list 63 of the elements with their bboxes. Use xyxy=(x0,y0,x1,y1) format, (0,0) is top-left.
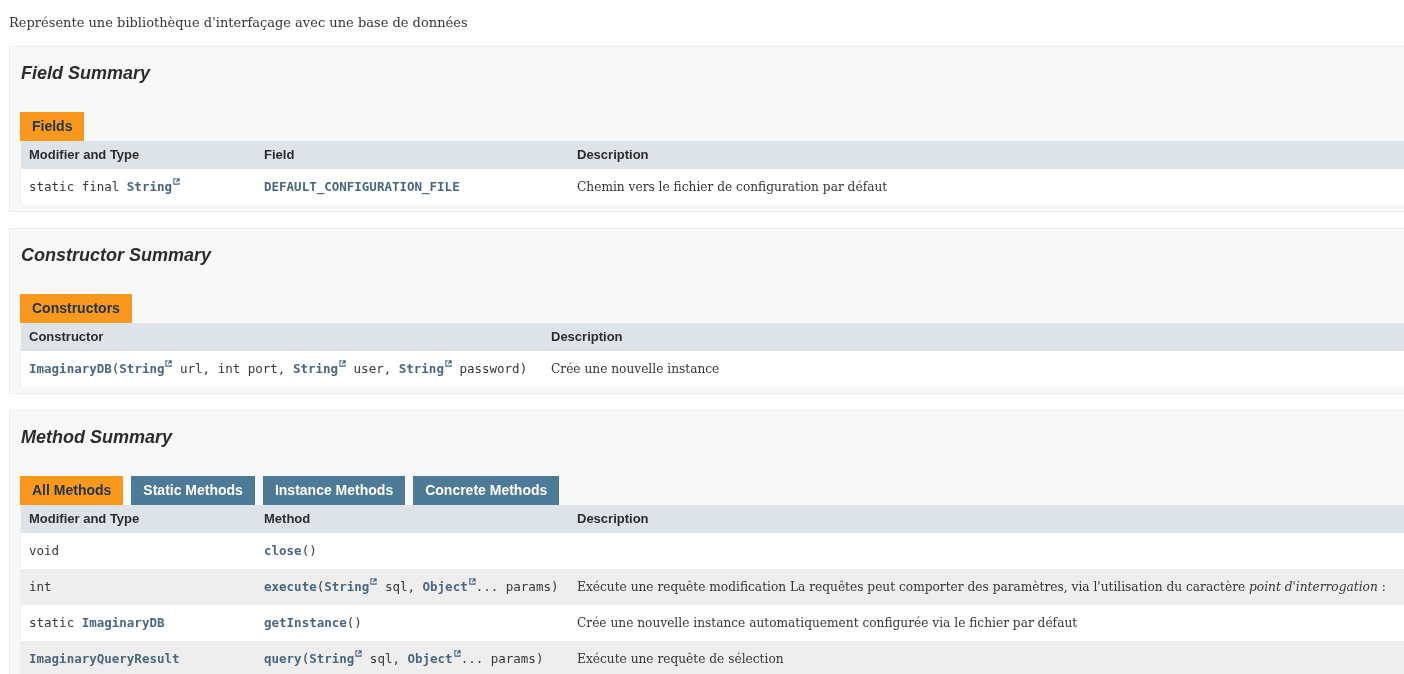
table-cell-text: Exécute une requête modification La requêtes peut comporter des paramètres, via l'utilisation du caractère point d'interrogation : xyxy=(576,579,1387,596)
tab[interactable]: Fields xyxy=(20,112,85,141)
type-link[interactable]: Object xyxy=(407,651,461,666)
code-link[interactable]: ImaginaryQueryResult xyxy=(29,651,180,666)
table-cell-text: Chemin vers le fichier de configuration par défaut xyxy=(576,179,889,196)
external-link-icon xyxy=(355,650,363,657)
code-text: void xyxy=(29,543,60,558)
code-text: static final xyxy=(29,179,121,194)
code-link[interactable]: ImaginaryDB xyxy=(81,615,165,630)
section-title: Field Summary xyxy=(20,62,152,85)
code-text: password) xyxy=(458,361,528,376)
code-link[interactable]: ImaginaryDB xyxy=(29,361,112,376)
external-link-icon xyxy=(453,650,461,657)
code-link[interactable]: getInstance xyxy=(264,615,347,630)
column-header: Constructor xyxy=(28,328,105,346)
code-link[interactable]: query xyxy=(264,651,302,666)
code-text: sql, xyxy=(383,579,416,594)
code-text: ( xyxy=(111,361,120,376)
code-text: int xyxy=(29,579,52,594)
external-link-icon xyxy=(165,360,173,367)
code-text: () xyxy=(346,615,362,630)
column-header: Method xyxy=(263,510,312,528)
code-text: sql, xyxy=(368,651,401,666)
description-text: Représente une bibliothèque d'interfaçage avec une base de données xyxy=(9,14,469,32)
code-link[interactable]: DEFAULT_CONFIGURATION_FILE xyxy=(264,179,460,194)
external-link-icon xyxy=(444,360,452,367)
column-header: Modifier and Type xyxy=(28,510,141,528)
external-link-icon xyxy=(468,578,476,585)
external-link-icon xyxy=(339,360,347,367)
type-link[interactable]: String xyxy=(126,179,180,194)
code-link[interactable]: close xyxy=(264,543,302,558)
code-text: static xyxy=(29,615,76,630)
column-header: Field xyxy=(263,146,296,164)
tab[interactable]: Concrete Methods xyxy=(413,476,560,505)
column-header: Description xyxy=(576,146,650,164)
table-cell-text: Exécute une requête de sélection xyxy=(576,651,785,668)
code-text: ... params) xyxy=(460,651,544,666)
table-cell-text: Crée une nouvelle instance automatiquement configurée via le fichier par défaut xyxy=(576,615,1079,632)
tab[interactable]: Instance Methods xyxy=(262,476,406,505)
code-link[interactable]: execute xyxy=(264,579,317,594)
code-text: user, xyxy=(352,361,393,376)
type-link[interactable]: String xyxy=(292,361,347,376)
tab[interactable]: Constructors xyxy=(20,294,132,323)
type-link[interactable]: String xyxy=(324,579,378,594)
column-header: Description xyxy=(576,510,650,528)
code-text: ... params) xyxy=(475,579,559,594)
tab[interactable]: All Methods xyxy=(20,476,124,505)
type-link[interactable]: String xyxy=(119,361,173,376)
table-cell-text: Crée une nouvelle instance xyxy=(550,361,721,378)
external-link-icon xyxy=(370,578,378,585)
column-header: Description xyxy=(550,328,624,346)
type-link[interactable]: String xyxy=(309,651,363,666)
type-link[interactable]: Object xyxy=(422,579,476,594)
code-text: () xyxy=(301,543,317,558)
external-link-icon xyxy=(173,178,180,185)
column-header: Modifier and Type xyxy=(28,146,141,164)
section-title: Constructor Summary xyxy=(20,244,213,267)
tab[interactable]: Static Methods xyxy=(131,476,255,505)
code-text: ( xyxy=(301,651,310,666)
section-title: Method Summary xyxy=(20,426,174,449)
type-link[interactable]: String xyxy=(398,361,452,376)
code-text: url, int port, xyxy=(179,361,287,376)
code-text: ( xyxy=(316,579,325,594)
